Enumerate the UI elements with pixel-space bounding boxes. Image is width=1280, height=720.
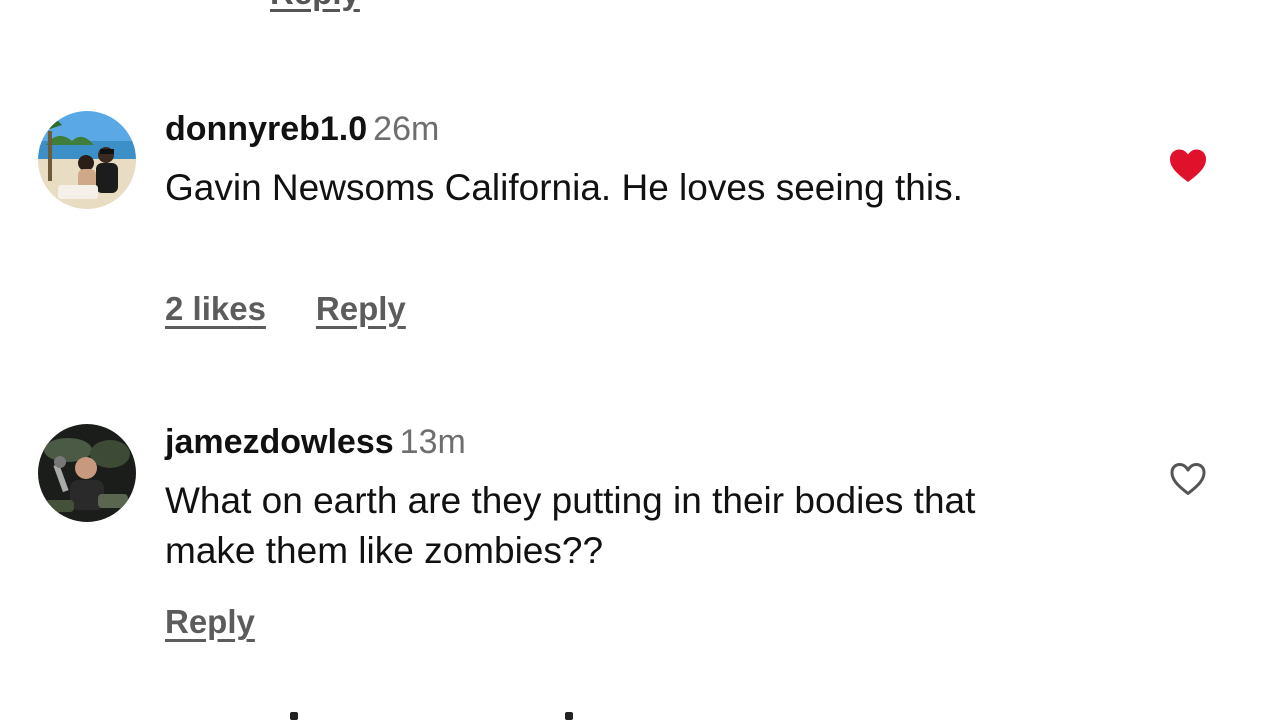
comment-actions: 2 likes Reply	[165, 290, 406, 328]
avatar-image	[38, 424, 136, 522]
comments-page: Reply donnyreb1.026m Gavin Newsoms Cali	[0, 0, 1280, 720]
username[interactable]: jamezdowless	[165, 423, 394, 461]
reply-button[interactable]: Reply	[165, 603, 255, 640]
avatar[interactable]	[38, 424, 136, 522]
next-comment-cutoff	[290, 712, 298, 720]
comment-text: What on earth are they putting in their …	[165, 480, 976, 571]
comment-text: Gavin Newsoms California. He loves seein…	[165, 167, 963, 208]
timestamp: 13m	[399, 423, 466, 461]
likes-count-link[interactable]: 2 likes	[165, 290, 266, 327]
avatar-image	[38, 111, 136, 209]
comment-header: jamezdowless 13m	[165, 422, 466, 462]
next-comment-cutoff	[565, 712, 573, 720]
comment-header: donnyreb1.0 26m	[165, 109, 439, 149]
username[interactable]: donnyreb1.0	[165, 110, 367, 148]
heart-outline-icon[interactable]	[1168, 461, 1208, 497]
reply-button[interactable]: Reply	[316, 290, 406, 327]
avatar[interactable]	[38, 111, 136, 209]
heart-filled-icon[interactable]	[1168, 148, 1208, 184]
comment-actions: Reply	[165, 603, 255, 641]
timestamp: 26m	[373, 110, 440, 148]
previous-reply-link[interactable]: Reply	[270, 0, 360, 12]
